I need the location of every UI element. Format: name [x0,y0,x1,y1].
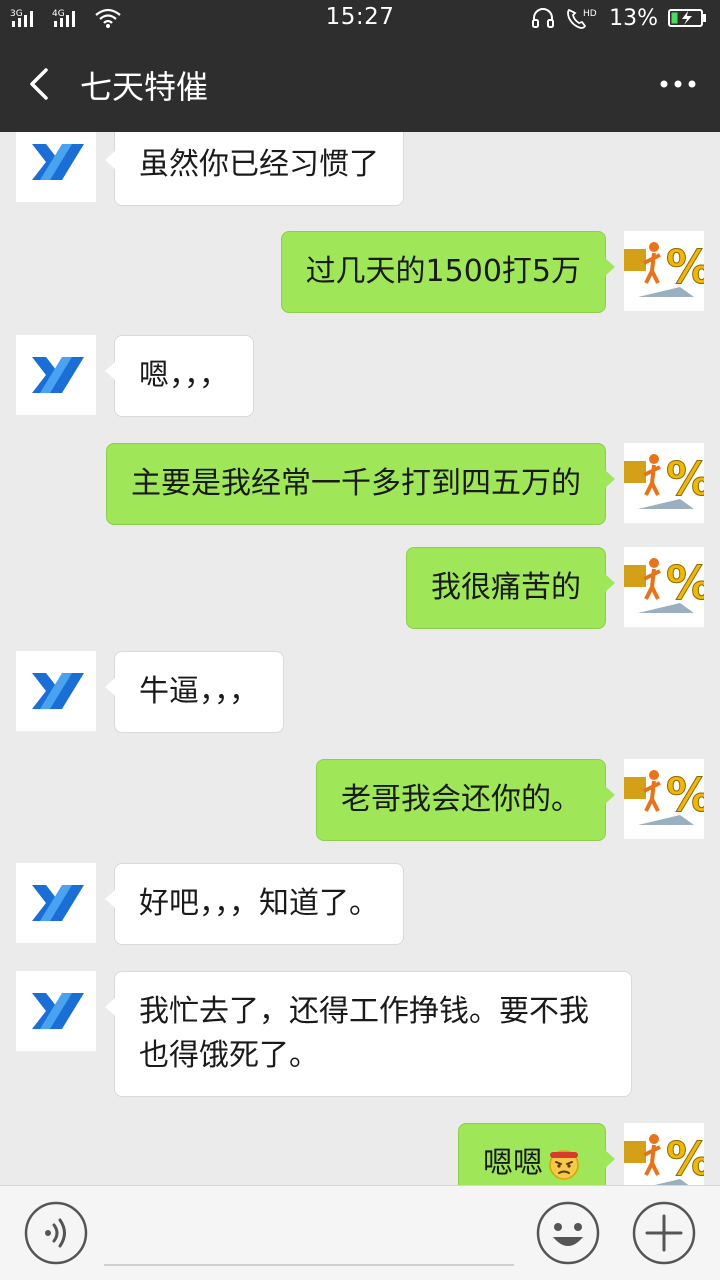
message-text: 过几天的1500打5万 [305,254,581,289]
my-avatar[interactable]: % [624,759,713,839]
battery-percent: 13% [609,5,658,31]
message-text: 虽然你已经习惯了 [139,147,379,182]
message-bubble-incoming[interactable]: 虽然你已经习惯了 [105,132,404,206]
contact-avatar[interactable] [16,132,96,202]
input-bar [0,1185,720,1280]
contact-avatar[interactable] [16,335,96,415]
message-bubble-incoming[interactable]: 好吧，，，知道了。 [105,863,404,945]
contact-avatar[interactable] [16,863,96,943]
message-text: 好吧，，，知道了。 [139,886,379,921]
message-bubble-incoming[interactable]: 我忙去了，还得工作挣钱。要不我也得饿死了。 [105,971,632,1097]
contact-logo-icon [32,993,84,1029]
svg-text:%: % [666,768,704,822]
contact-logo-icon [32,144,84,180]
percent-avatar-icon: % [624,452,713,509]
message-bubble-outgoing[interactable]: 过几天的1500打5万 [280,231,616,313]
more-dots-icon [660,80,696,88]
message-text: 我忙去了，还得工作挣钱。要不我也得饿死了。 [139,994,589,1073]
voice-button[interactable] [24,1201,88,1265]
title-bar: 七天特催 [0,36,720,132]
contact-logo-icon [32,885,84,921]
smiley-icon [536,1201,600,1265]
svg-text:%: % [666,556,704,610]
chat-area[interactable]: 虽然你已经习惯了 过几天的1500打5万 % 嗯，，， 主要是我经常一千多打到四… [0,132,720,1185]
status-right: HD 13% [531,4,708,32]
contact-logo-icon [32,673,84,709]
svg-text:%: % [666,1132,704,1185]
percent-avatar-icon: % [624,556,713,613]
back-button[interactable] [18,60,66,108]
message-text: 老哥我会还你的。 [341,782,581,817]
emoji-button[interactable] [536,1201,600,1265]
percent-avatar-icon: % [624,240,713,297]
angry-face-emoji-icon [549,1150,579,1180]
chat-title: 七天特催 [80,68,209,106]
message-bubble-outgoing[interactable]: 嗯嗯 [458,1123,615,1185]
svg-text:%: % [666,452,704,506]
message-bubble-outgoing[interactable]: 主要是我经常一千多打到四五万的 [106,443,615,525]
my-avatar[interactable]: % [624,1123,713,1185]
percent-avatar-icon: % [624,768,713,825]
message-bubble-outgoing[interactable]: 我很痛苦的 [406,547,615,629]
more-button[interactable] [656,64,700,104]
plus-button[interactable] [632,1201,696,1265]
status-bar: 3G 4G 15:27 HD 13% [0,0,720,36]
hd-call-icon: HD [567,8,597,29]
my-avatar[interactable]: % [624,547,713,627]
contact-avatar[interactable] [16,971,96,1051]
svg-text:%: % [666,240,704,294]
voice-icon [24,1201,88,1265]
contact-logo-icon [32,357,84,393]
percent-avatar-icon: % [624,1132,713,1185]
my-avatar[interactable]: % [624,443,713,523]
plus-icon [632,1201,696,1265]
message-text: 牛逼，，， [139,674,259,709]
message-input[interactable] [104,1200,514,1266]
headphone-icon [532,8,555,28]
my-avatar[interactable]: % [624,231,713,311]
contact-avatar[interactable] [16,651,96,731]
svg-text:HD: HD [583,9,597,19]
battery-charging-icon [668,9,706,27]
message-bubble-outgoing[interactable]: 老哥我会还你的。 [316,759,615,841]
message-text: 主要是我经常一千多打到四五万的 [131,466,581,501]
message-text: 我很痛苦的 [431,570,581,605]
message-text: 嗯，，， [139,358,229,393]
back-arrow-icon [30,68,48,100]
message-bubble-incoming[interactable]: 牛逼，，， [105,651,284,733]
message-bubble-incoming[interactable]: 嗯，，， [105,335,254,417]
message-text: 嗯嗯 [483,1146,543,1181]
